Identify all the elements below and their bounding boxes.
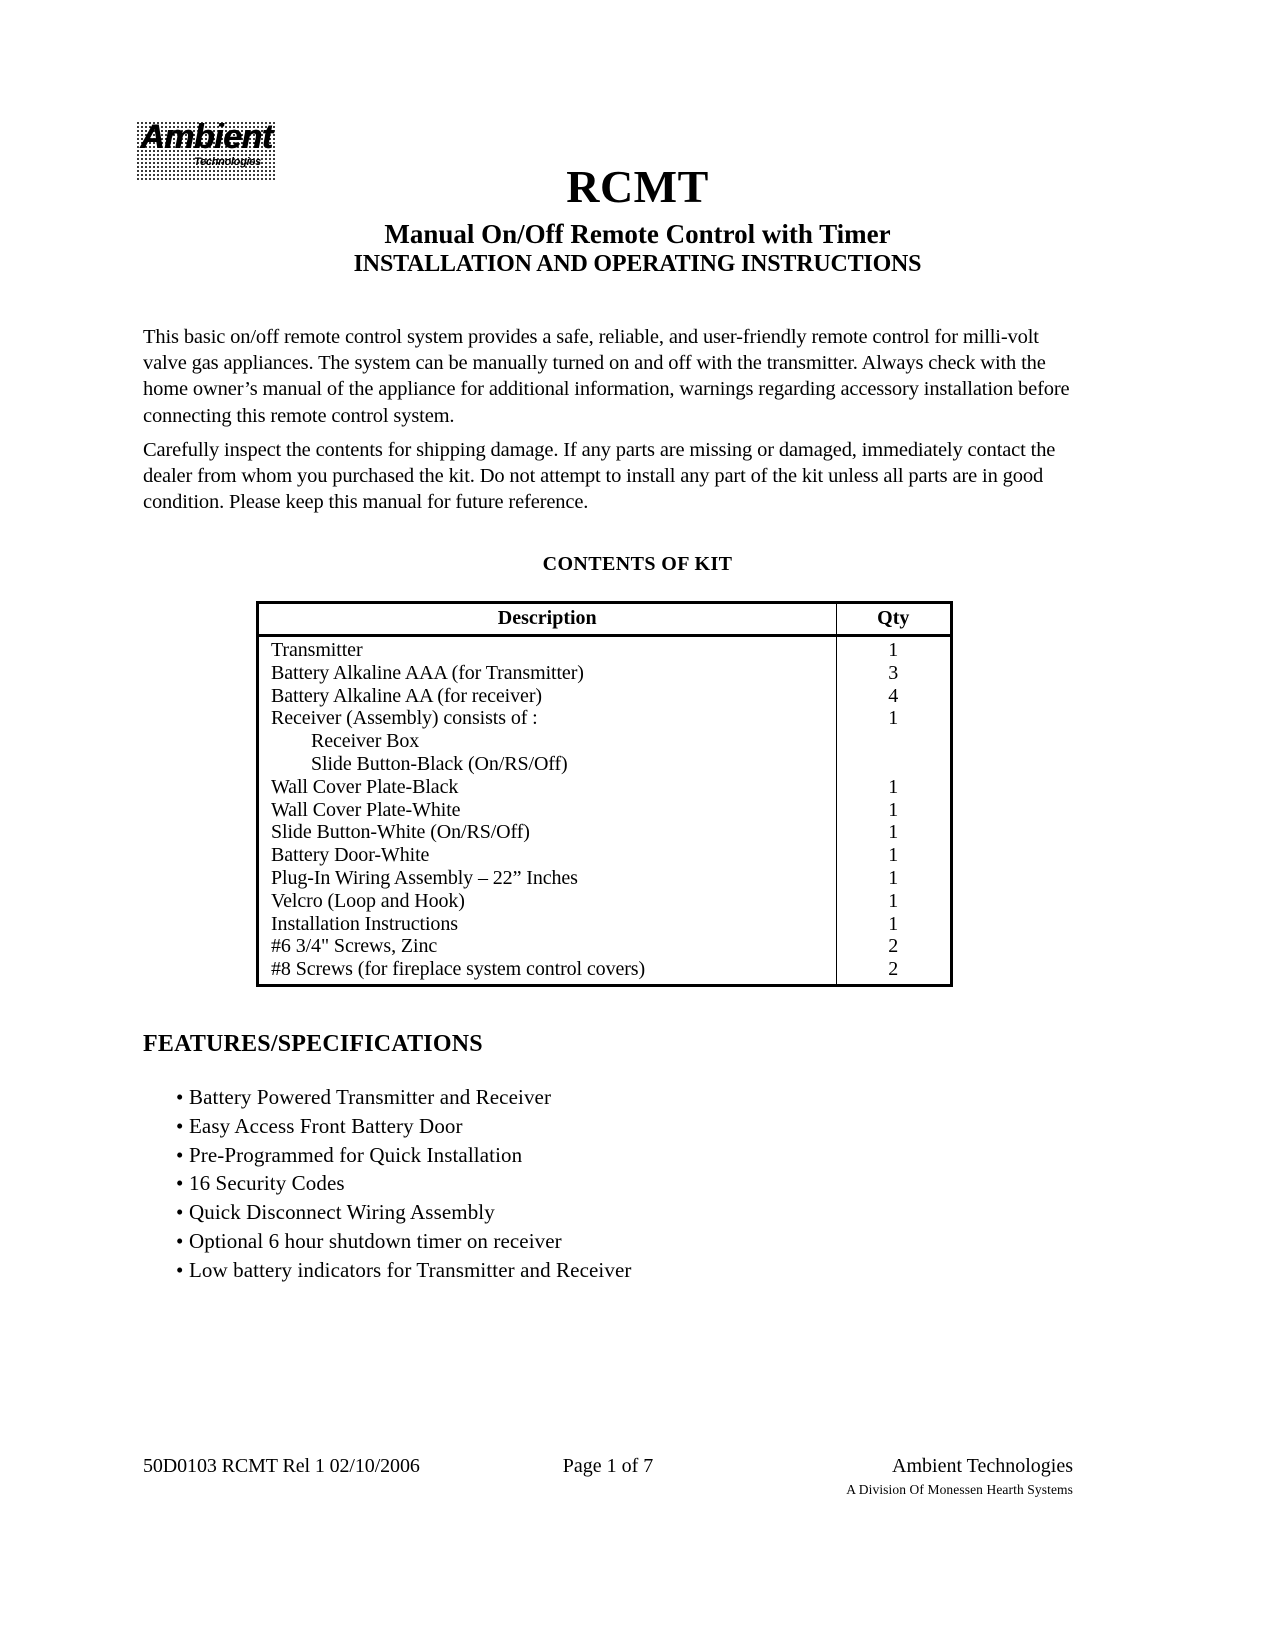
column-header-qty: Qty <box>836 604 950 637</box>
list-item: • 16 Security Codes <box>176 1169 876 1198</box>
bullet-icon: • <box>176 1228 184 1253</box>
table-row: Battery Door-White 1 <box>259 844 950 867</box>
table-row: Slide Button-Black (On/RS/Off) <box>259 752 950 776</box>
bullet-icon: • <box>176 1200 184 1225</box>
cell-qty: 2 <box>835 958 950 984</box>
page-subtitle: Manual On/Off Remote Control with Timer <box>384 219 891 249</box>
cell-qty: 1 <box>835 821 950 845</box>
table-body: Transmitter 1 Battery Alkaline AAA (for Tr… <box>259 635 950 984</box>
table-row: Wall Cover Plate-Black 1 <box>259 775 950 799</box>
table-row: Plug-In Wiring Assembly – 22” Inches 1 <box>259 866 950 890</box>
table-header-row: Description Qty <box>259 604 950 637</box>
list-item-label: Quick Disconnect Wiring Assembly <box>189 1200 495 1225</box>
table-row: Receiver (Assembly) consists of : 1 <box>259 707 950 731</box>
cell-description: Plug-In Wiring Assembly – 22” Inches <box>271 866 578 889</box>
cell-description: Battery Alkaline AA (for receiver) <box>271 684 542 707</box>
features-heading: FEATURES/SPECIFICATIONS <box>143 1031 483 1057</box>
document-page: Ambient Technologies RCMT Manual On/Off … <box>0 0 1275 1650</box>
cell-description: #8 Screws (for fireplace system control … <box>271 958 646 981</box>
cell-qty: 1 <box>835 775 950 799</box>
cell-description: Receiver Box <box>311 730 420 753</box>
list-item: • Battery Powered Transmitter and Receive… <box>176 1083 876 1112</box>
cell-description: #6 3/4" Screws, Zinc <box>271 935 438 958</box>
table-row: Wall Cover Plate-White 1 <box>259 798 950 822</box>
cell-qty: 1 <box>835 866 950 890</box>
cell-qty: 1 <box>835 912 950 936</box>
list-item: • Optional 6 hour shutdown timer on recei… <box>176 1227 876 1256</box>
contents-heading: CONTENTS OF KIT <box>542 553 733 575</box>
cell-qty: 1 <box>835 889 950 913</box>
list-item: • Pre-Programmed for Quick Installation <box>176 1141 876 1170</box>
table-row: Battery Alkaline AAA (for Transmitter) 3 <box>259 661 950 685</box>
list-item: • Easy Access Front Battery Door <box>176 1112 876 1141</box>
cell-qty: 1 <box>835 707 950 731</box>
cell-description: Slide Button-Black (On/RS/Off) <box>311 752 568 775</box>
intro-paragraph-2: Carefully inspect the contents for shipp… <box>143 438 1056 514</box>
list-item-label: Easy Access Front Battery Door <box>189 1113 463 1138</box>
cell-description: Installation Instructions <box>271 912 458 935</box>
table-row: Velcro (Loop and Hook) 1 <box>259 889 950 913</box>
table-row: Installation Instructions 1 <box>259 912 950 936</box>
cell-qty <box>835 730 950 753</box>
page-subtitle-secondary: INSTALLATION AND OPERATING INSTRUCTIONS <box>353 251 922 277</box>
cell-description: Wall Cover Plate-White <box>271 798 461 821</box>
cell-description: Slide Button-White (On/RS/Off) <box>271 821 530 844</box>
cell-qty: 1 <box>835 635 950 662</box>
cell-description: Battery Door-White <box>271 844 430 867</box>
list-item-label: Pre-Programmed for Quick Installation <box>189 1142 523 1167</box>
page-title: RCMT <box>566 161 709 212</box>
intro-paragraph-1: This basic on/off remote control system … <box>143 325 1070 427</box>
cell-description: Transmitter <box>271 639 363 661</box>
cell-description: Battery Alkaline AAA (for Transmitter) <box>271 661 584 684</box>
table-row: Slide Button-White (On/RS/Off) 1 <box>259 821 950 845</box>
bullet-icon: • <box>176 1085 184 1109</box>
list-item-label: Low battery indicators for Transmitter a… <box>189 1257 632 1282</box>
list-item: • Quick Disconnect Wiring Assembly <box>176 1198 876 1227</box>
cell-qty <box>835 752 950 776</box>
bullet-icon: • <box>176 1142 184 1167</box>
cell-description: Velcro (Loop and Hook) <box>271 889 465 912</box>
cell-qty: 3 <box>835 661 950 685</box>
list-item: • Low battery indicators for Transmitter … <box>176 1256 876 1285</box>
cell-qty: 2 <box>835 935 950 959</box>
list-item-label: Optional 6 hour shutdown timer on receiv… <box>189 1228 562 1253</box>
table-row: Transmitter 1 <box>259 635 950 662</box>
column-header-description: Description <box>259 604 837 637</box>
page-footer: 50D0103 RCMT Rel 1 02/10/2006 Page 1 of … <box>143 1455 1073 1515</box>
cell-qty: 1 <box>835 844 950 867</box>
bullet-icon: • <box>176 1171 184 1196</box>
cell-qty: 1 <box>835 798 950 822</box>
table-row: #6 3/4" Screws, Zinc 2 <box>259 935 950 959</box>
features-list: • Battery Powered Transmitter and Receive… <box>176 1083 876 1285</box>
cell-description: Receiver (Assembly) consists of : <box>271 707 538 730</box>
footer-company: Ambient Technologies <box>892 1455 1073 1477</box>
cell-qty: 4 <box>835 684 950 708</box>
list-item-label: Battery Powered Transmitter and Receiver <box>189 1085 552 1109</box>
cell-description: Wall Cover Plate-Black <box>271 775 459 798</box>
table-row: Receiver Box <box>259 730 950 753</box>
bullet-icon: • <box>176 1113 184 1138</box>
table-row: Battery Alkaline AA (for receiver) 4 <box>259 684 950 708</box>
contents-of-kit-table: Description Qty Transmitter 1 Battery Alka… <box>256 601 953 987</box>
table-row: #8 Screws (for fireplace system control … <box>259 958 950 984</box>
bullet-icon: • <box>176 1257 184 1282</box>
footer-company-division: A Division Of Monessen Hearth Systems <box>846 1482 1073 1497</box>
logo-wordmark: Ambient <box>140 122 273 156</box>
list-item-label: 16 Security Codes <box>189 1171 345 1196</box>
